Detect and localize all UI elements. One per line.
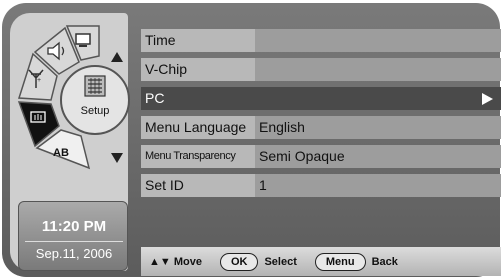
move-hint: ▲▼ Move xyxy=(149,255,202,268)
wheel-up-arrow-icon[interactable] xyxy=(111,52,123,62)
menu-item-value: English xyxy=(255,116,501,139)
menu-wheel[interactable]: + Setup AB xyxy=(7,18,133,172)
menu-item-value xyxy=(255,29,501,52)
picture-icon xyxy=(75,33,91,45)
menu-item-language[interactable]: Menu Language English xyxy=(141,116,501,139)
menu-item-label: PC xyxy=(141,87,255,110)
clock-divider xyxy=(25,241,123,242)
menu-item-set-id[interactable]: Set ID 1 xyxy=(141,174,501,197)
left-panel: + Setup AB 11:20 PM Sep.11, 2006 xyxy=(10,13,130,271)
menu-item-label: V-Chip xyxy=(141,58,255,81)
ab-label: AB xyxy=(53,147,69,159)
back-hint: Back xyxy=(371,255,398,268)
menu-key[interactable]: Menu xyxy=(314,252,366,271)
menu-item-value xyxy=(255,58,501,81)
clock-panel: 11:20 PM Sep.11, 2006 xyxy=(18,201,128,271)
menu-item-vchip[interactable]: V-Chip xyxy=(141,58,501,81)
menu-item-label: Time xyxy=(141,29,255,52)
clock-date: Sep.11, 2006 xyxy=(35,246,113,261)
menu-item-pc[interactable]: PC xyxy=(141,87,501,110)
ok-key[interactable]: OK xyxy=(219,252,259,271)
wheel-down-arrow-icon[interactable] xyxy=(111,153,123,163)
select-hint: Select xyxy=(264,255,297,268)
setup-icon xyxy=(84,75,106,97)
menu-item-value: Semi Opaque xyxy=(255,145,501,168)
submenu-arrow-icon xyxy=(482,93,493,105)
menu-item-label: Menu Language xyxy=(141,116,255,139)
menu-item-label: Menu Transparency xyxy=(141,145,255,168)
menu-item-transparency[interactable]: Menu Transparency Semi Opaque xyxy=(141,145,501,168)
menu-item-label: Set ID xyxy=(141,174,255,197)
setup-menu: Time V-Chip PC Menu Language English Men… xyxy=(141,29,501,229)
menu-item-value xyxy=(255,87,501,110)
clock-time: 11:20 PM xyxy=(41,218,107,235)
menu-item-value: 1 xyxy=(255,174,501,197)
help-footer: ▲▼ Move OK Select Menu Back xyxy=(141,247,501,276)
setup-label: Setup xyxy=(81,105,110,117)
svg-text:+: + xyxy=(37,77,41,84)
menu-item-time[interactable]: Time xyxy=(141,29,501,52)
